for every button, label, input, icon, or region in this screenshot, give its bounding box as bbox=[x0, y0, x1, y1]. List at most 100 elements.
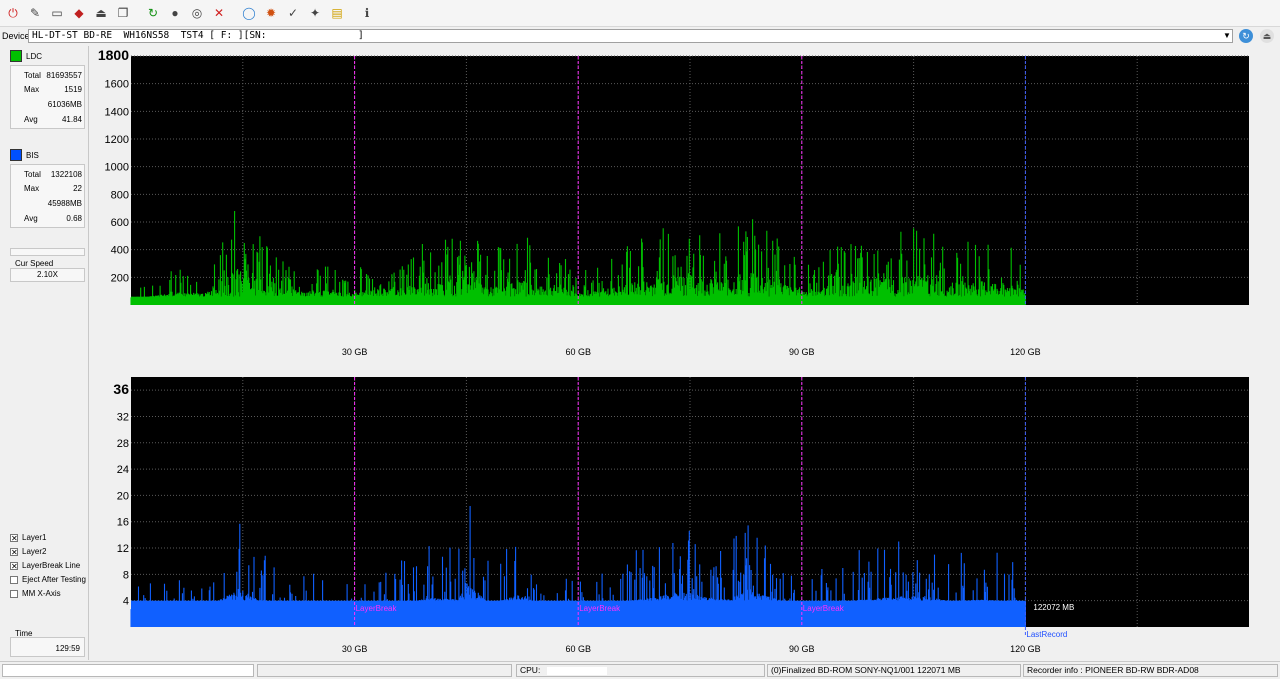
y-tick-label: 1200 bbox=[105, 134, 129, 146]
y-tick-label: 1800 bbox=[98, 47, 129, 63]
bis-avg-label: Avg bbox=[24, 214, 38, 223]
device-bar: Device: HL-DT-ST BD-RE WH16NS58 TST4 [ F… bbox=[0, 28, 1280, 45]
bis-max-value: 22 bbox=[73, 184, 82, 193]
option-label: Eject After Testing bbox=[22, 575, 86, 584]
blank-disc-icon[interactable]: ◯ bbox=[240, 4, 258, 22]
stop-icon[interactable]: ✕ bbox=[210, 4, 228, 22]
ldc-total-value: 81693557 bbox=[46, 71, 82, 80]
option-checkbox-layer2[interactable]: ✕ bbox=[10, 548, 18, 557]
toolbar: ⏻ ✎ ▭ ◆ ⏏ ❐ ↻ ● ◎ ✕ ◯ ✹ ✓ ✦ ▤ ℹ bbox=[0, 0, 1280, 27]
bis-total-label: Total bbox=[24, 170, 41, 179]
verify-icon[interactable]: ✓ bbox=[284, 4, 302, 22]
layer-break-label: LayerBreak bbox=[579, 604, 621, 613]
chart-ldc: 200 400 600 800 1000 1200 1400 1600 1800 30 GB 60 … bbox=[98, 47, 1249, 357]
series-baseline-band bbox=[131, 600, 1026, 627]
bis-label: BIS bbox=[26, 151, 39, 160]
settings-icon[interactable]: ✎ bbox=[26, 4, 44, 22]
option-checkbox-layer1[interactable]: ✕ bbox=[10, 534, 18, 543]
disc-red-icon[interactable]: ◆ bbox=[70, 4, 88, 22]
plot-area bbox=[131, 377, 1249, 627]
last-record-label: LastRecord bbox=[1026, 630, 1067, 639]
drive-icon[interactable]: ▭ bbox=[48, 4, 66, 22]
x-tick-label: 90 GB bbox=[789, 347, 815, 357]
ldc-max-value: 1519 bbox=[64, 85, 82, 94]
y-tick-label: 1400 bbox=[105, 106, 129, 118]
bis-stats-panel: Total 1322108 Max 22 45988MB Avg 0.68 bbox=[10, 164, 85, 228]
layer-break-label: LayerBreak bbox=[803, 604, 845, 613]
option-label: Layer1 bbox=[22, 533, 47, 542]
x-tick-label: 30 GB bbox=[342, 644, 368, 654]
end-size-label: 122072 MB bbox=[1033, 603, 1074, 612]
y-tick-label: 4 bbox=[123, 596, 129, 608]
cpu-label: CPU: bbox=[520, 665, 541, 675]
ldc-max-label: Max bbox=[24, 85, 40, 94]
y-tick-label: 16 bbox=[117, 517, 129, 529]
option-checkbox-eject-after-testing[interactable] bbox=[10, 576, 18, 584]
y-tick-label: 20 bbox=[117, 490, 129, 502]
burn-icon[interactable]: ✹ bbox=[262, 4, 280, 22]
y-tick-label: 200 bbox=[111, 272, 129, 284]
refresh-icon[interactable]: ↻ bbox=[144, 4, 162, 22]
status-bar: CPU: (0)Finalized BD-ROM SONY-NQ1/001 12… bbox=[0, 661, 1280, 679]
x-tick-label: 60 GB bbox=[565, 644, 591, 654]
cur-speed-label: Cur Speed bbox=[15, 259, 54, 268]
chart-icon[interactable]: ▤ bbox=[328, 4, 346, 22]
option-checkbox-mm-x-axis[interactable] bbox=[10, 590, 18, 598]
chevron-down-icon[interactable]: ▼ bbox=[1222, 30, 1232, 42]
option-label: LayerBreak Line bbox=[22, 561, 81, 570]
ldc-label: LDC bbox=[26, 52, 43, 61]
y-tick-label: 600 bbox=[111, 217, 129, 229]
layer-break-label: LayerBreak bbox=[356, 604, 398, 613]
info-icon[interactable]: ℹ bbox=[358, 4, 376, 22]
status-disc-info: (0)Finalized BD-ROM SONY-NQ1/001 122071 … bbox=[767, 664, 1021, 677]
plot-area bbox=[131, 56, 1249, 305]
x-tick-label: 30 GB bbox=[342, 347, 368, 357]
y-tick-label: 8 bbox=[123, 569, 129, 581]
ldc-swatch bbox=[10, 50, 22, 62]
status-message bbox=[257, 664, 512, 677]
series-bis-bars bbox=[130, 506, 1026, 627]
power-icon[interactable]: ⏻ bbox=[4, 4, 22, 22]
bis-swatch bbox=[10, 149, 22, 161]
y-tick-label: 36 bbox=[113, 381, 129, 397]
eject-icon[interactable]: ⏏ bbox=[92, 4, 110, 22]
bis-avg-value: 0.68 bbox=[66, 214, 82, 223]
erase-icon[interactable]: ✦ bbox=[306, 4, 324, 22]
option-label: MM X-Axis bbox=[22, 589, 61, 598]
ldc-avg-value: 41.84 bbox=[61, 115, 82, 124]
chart-bis: 4 8 12 16 20 24 28 32 36 LayerBreak LayerBreak Laye… bbox=[113, 377, 1249, 654]
status-progress bbox=[2, 664, 254, 677]
time-panel: 129:59 bbox=[10, 637, 85, 657]
y-tick-label: 32 bbox=[117, 411, 129, 423]
refresh-device-icon[interactable]: ↻ bbox=[1239, 29, 1253, 43]
x-tick-label: 90 GB bbox=[789, 644, 815, 654]
y-tick-label: 1000 bbox=[105, 162, 129, 174]
option-label: Layer2 bbox=[22, 547, 47, 556]
status-cpu: CPU: bbox=[516, 664, 765, 677]
copy-icon[interactable]: ❐ bbox=[114, 4, 132, 22]
bis-max-position: 45988MB bbox=[47, 199, 82, 208]
y-tick-label: 24 bbox=[117, 464, 129, 476]
eject-device-icon[interactable]: ⏏ bbox=[1260, 29, 1274, 43]
series-ldc-bars bbox=[130, 211, 1026, 305]
y-tick-label: 800 bbox=[111, 189, 129, 201]
series-baseline-band bbox=[131, 296, 1026, 305]
bis-max-label: Max bbox=[24, 184, 40, 193]
ldc-stats-panel: Total 81693557 Max 1519 61036MB Avg 41.84 bbox=[10, 65, 85, 129]
disc-black-icon[interactable]: ● bbox=[166, 4, 184, 22]
x-tick-label: 120 GB bbox=[1010, 644, 1041, 654]
y-tick-label: 1600 bbox=[105, 79, 129, 91]
ldc-total-label: Total bbox=[24, 71, 41, 80]
y-tick-label: 400 bbox=[111, 245, 129, 257]
cpu-meter bbox=[546, 666, 607, 675]
y-tick-label: 12 bbox=[117, 543, 129, 555]
option-checkbox-layerbreak-line[interactable]: ✕ bbox=[10, 562, 18, 571]
device-select[interactable]: HL-DT-ST BD-RE WH16NS58 TST4 [ F: ][SN: … bbox=[28, 29, 1233, 43]
ldc-avg-label: Avg bbox=[24, 115, 38, 124]
y-tick-label: 28 bbox=[117, 438, 129, 450]
x-tick-label: 120 GB bbox=[1010, 347, 1041, 357]
scan-icon[interactable]: ◎ bbox=[188, 4, 206, 22]
cur-speed-value: 2.10X bbox=[10, 268, 85, 282]
sidebar: LDC Total 81693557 Max 1519 61036MB Avg 41.… bbox=[7, 46, 89, 660]
status-recorder: Recorder info : PIONEER BD-RW BDR-AD08 bbox=[1023, 664, 1278, 677]
